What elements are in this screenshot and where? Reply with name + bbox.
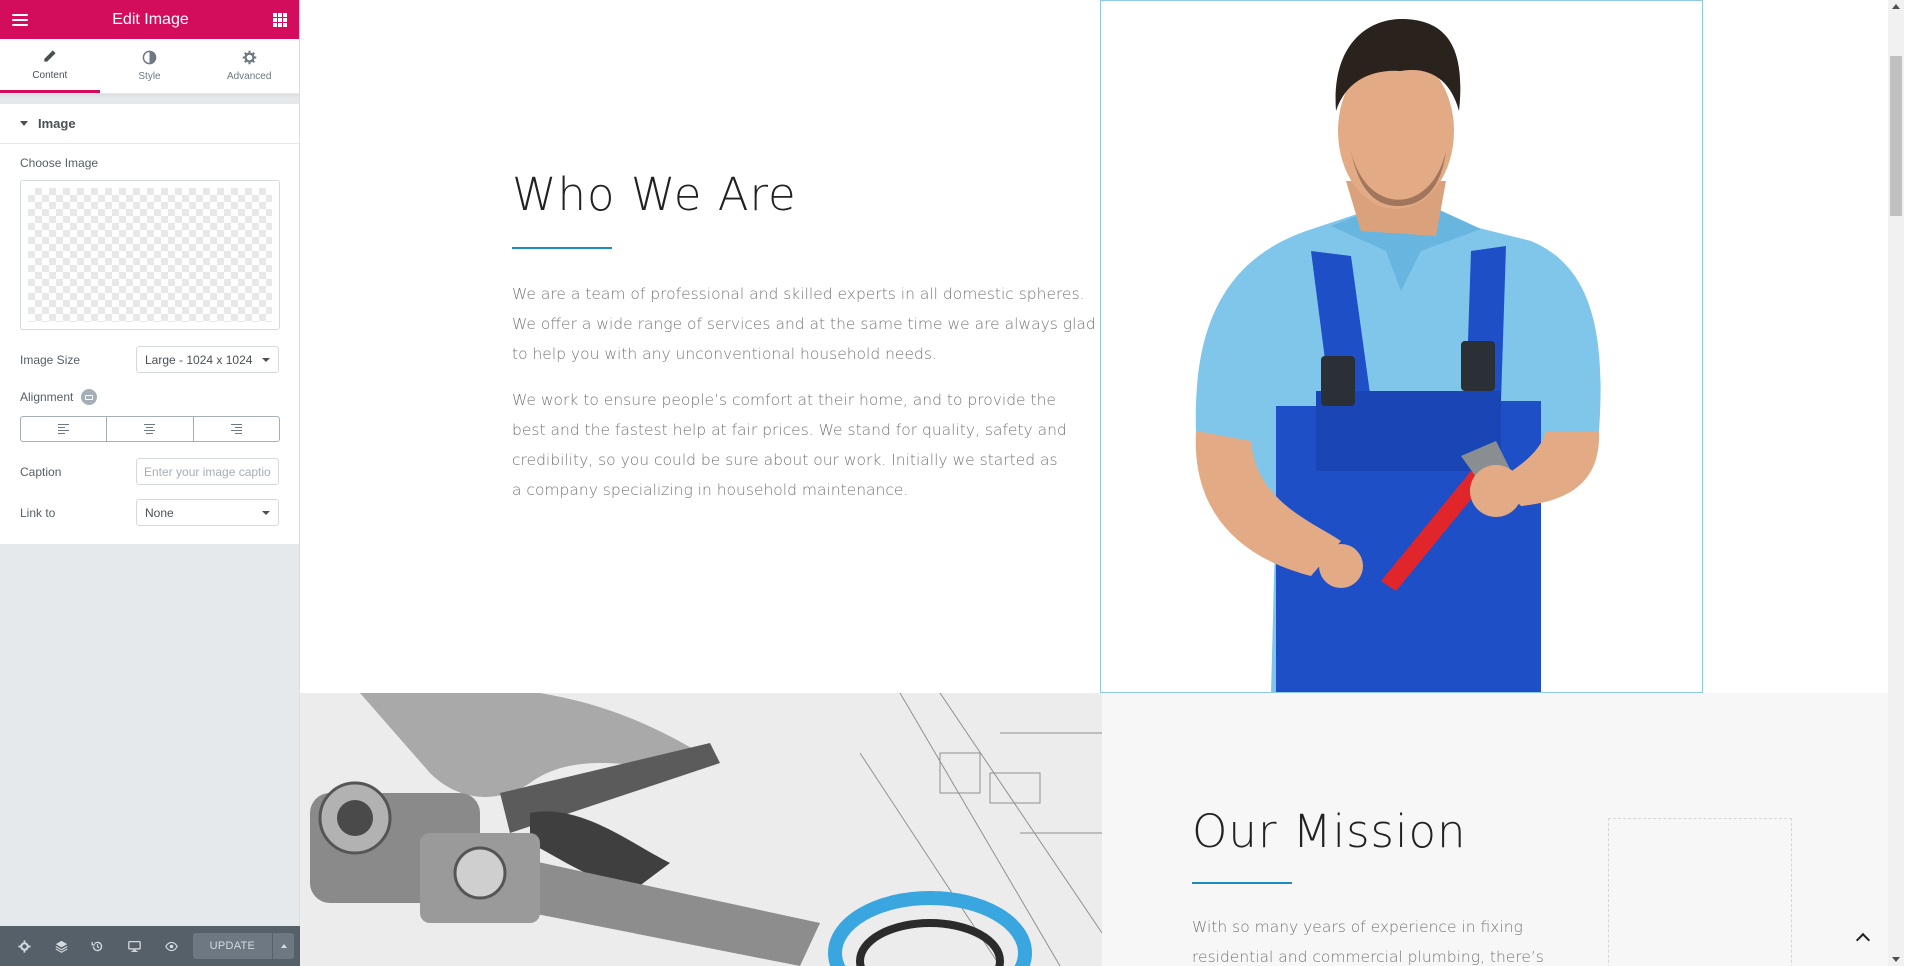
panel-header: Edit Image bbox=[0, 0, 299, 39]
image-size-label: Image Size bbox=[20, 352, 81, 367]
scrollbar-thumb[interactable] bbox=[1890, 56, 1902, 216]
back-to-top-button[interactable] bbox=[1855, 930, 1871, 948]
align-left-icon bbox=[58, 424, 70, 434]
chevron-down-icon bbox=[262, 357, 270, 362]
responsive-device-icon[interactable] bbox=[81, 389, 98, 405]
panel-body: Image Choose Image Image Size Large - 10… bbox=[0, 104, 299, 544]
eye-icon bbox=[164, 941, 178, 951]
tab-advanced-label: Advanced bbox=[226, 71, 272, 82]
choose-image-label: Choose Image bbox=[20, 156, 99, 170]
pencil-icon bbox=[44, 49, 56, 62]
preview-button[interactable] bbox=[153, 926, 190, 966]
gear-icon bbox=[242, 50, 256, 65]
who-we-are-heading: Who We Are bbox=[512, 168, 797, 221]
editor-panel: Edit Image Content Style Advanced Image … bbox=[0, 0, 300, 966]
history-button[interactable] bbox=[79, 926, 116, 966]
empty-widget-placeholder[interactable] bbox=[1608, 818, 1792, 966]
contrast-icon bbox=[142, 50, 157, 65]
tools-image bbox=[300, 693, 1102, 966]
panel-title: Edit Image bbox=[112, 10, 189, 28]
panel-tabs: Content Style Advanced bbox=[0, 39, 299, 94]
tab-content-label: Content bbox=[32, 69, 68, 81]
desktop-icon bbox=[128, 940, 141, 952]
caret-down-icon bbox=[20, 121, 28, 126]
align-right-icon bbox=[230, 424, 242, 434]
caption-input[interactable] bbox=[136, 458, 279, 485]
who-paragraph-2: We work to ensure people’s comfort at th… bbox=[512, 391, 1067, 499]
alignment-choices bbox=[20, 416, 280, 442]
who-paragraph-1: We are a team of professional and skille… bbox=[512, 285, 1096, 363]
gear-icon bbox=[18, 939, 31, 953]
our-mission-heading: Our Mission bbox=[1192, 805, 1467, 858]
mission-paragraph: With so many years of experience in fixi… bbox=[1192, 918, 1544, 966]
image-size-select[interactable]: Large - 1024 x 1024 bbox=[136, 346, 279, 373]
responsive-mode-button[interactable] bbox=[116, 926, 153, 966]
plumber-image bbox=[1195, 19, 1601, 692]
selected-image-widget[interactable] bbox=[1100, 0, 1703, 693]
page-preview: Who We Are We are a team of professional… bbox=[300, 0, 1904, 966]
tab-style[interactable]: Style bbox=[100, 39, 200, 93]
alignment-label: Alignment bbox=[20, 390, 74, 404]
plumbing-tools-illustration bbox=[300, 693, 1102, 966]
link-to-value: None bbox=[145, 505, 174, 520]
navigator-button[interactable] bbox=[43, 926, 80, 966]
save-options-button[interactable] bbox=[272, 933, 294, 959]
scroll-down-arrow-icon[interactable] bbox=[1892, 957, 1900, 962]
link-to-row: Link to None bbox=[20, 499, 279, 526]
menu-icon[interactable] bbox=[12, 13, 28, 26]
panel-footer: UPDATE bbox=[0, 926, 300, 966]
image-placeholder[interactable] bbox=[28, 188, 272, 322]
image-size-row: Image Size Large - 1024 x 1024 bbox=[20, 346, 279, 373]
mission-divider bbox=[1192, 882, 1292, 884]
section-title: Image bbox=[38, 116, 76, 131]
scroll-up-arrow-icon[interactable] bbox=[1892, 4, 1900, 9]
mission-section: Our Mission With so many years of experi… bbox=[1102, 693, 1904, 966]
media-picker[interactable] bbox=[20, 180, 280, 330]
update-button[interactable]: UPDATE bbox=[192, 933, 273, 959]
alignment-label-row: Alignment bbox=[20, 389, 279, 405]
align-right-button[interactable] bbox=[194, 417, 279, 441]
caption-row: Caption bbox=[20, 458, 279, 485]
image-size-value: Large - 1024 x 1024 bbox=[145, 352, 253, 367]
history-icon bbox=[91, 941, 103, 951]
align-left-button[interactable] bbox=[21, 417, 108, 441]
link-to-label: Link to bbox=[20, 505, 56, 520]
chevron-up-icon bbox=[280, 944, 287, 948]
tab-content[interactable]: Content bbox=[0, 39, 100, 93]
page-scrollbar[interactable] bbox=[1888, 0, 1904, 966]
image-controls: Choose Image Image Size Large - 1024 x 1… bbox=[0, 144, 299, 544]
tab-style-label: Style bbox=[138, 71, 161, 82]
section-image-header[interactable]: Image bbox=[0, 104, 299, 144]
align-center-icon bbox=[144, 424, 156, 434]
align-center-button[interactable] bbox=[107, 417, 194, 441]
heading-divider bbox=[512, 247, 612, 249]
chevron-down-icon bbox=[262, 510, 270, 515]
layers-icon bbox=[55, 940, 68, 953]
tab-advanced[interactable]: Advanced bbox=[199, 39, 299, 93]
widgets-grid-icon[interactable] bbox=[272, 12, 287, 27]
caption-label: Caption bbox=[20, 464, 62, 479]
settings-button[interactable] bbox=[6, 926, 43, 966]
link-to-select[interactable]: None bbox=[136, 499, 279, 526]
